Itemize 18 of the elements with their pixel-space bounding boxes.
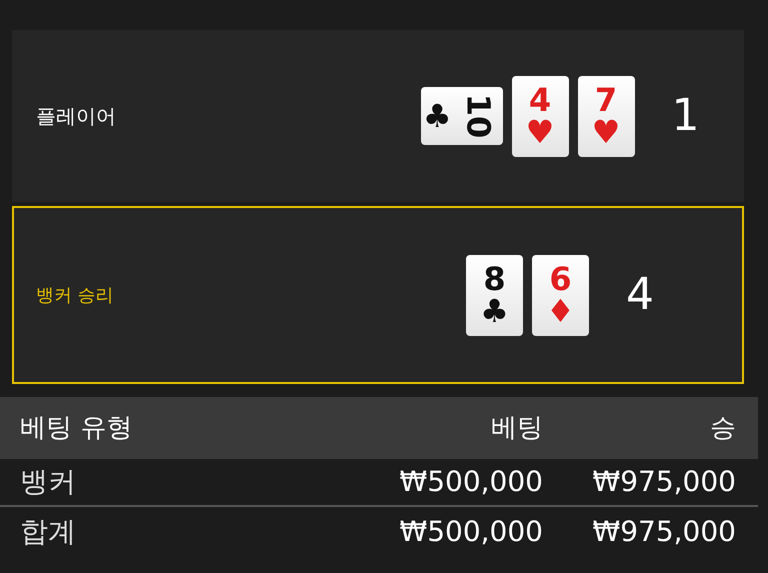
column-header: 승 xyxy=(709,412,737,444)
total-cell-text: ₩500,000 xyxy=(398,514,543,550)
table-cell-text: 뱅커 xyxy=(19,464,77,500)
total-cell-text: ₩975,000 xyxy=(592,514,737,550)
playing-card: 4 ♥ xyxy=(512,76,568,156)
table-cell-text: ₩975,000 xyxy=(592,464,737,500)
playing-card: 7 ♥ xyxy=(578,76,634,156)
playing-card: 10 ♣ xyxy=(420,87,502,145)
column-header: 베팅 유형 xyxy=(19,412,134,444)
column-header: 베팅 xyxy=(490,412,543,444)
hand-score: 1 xyxy=(672,89,700,143)
total-cell-text: 합계 xyxy=(19,514,77,550)
hand-label: 플레이어 xyxy=(35,103,116,130)
playing-card: 8 ♣ xyxy=(466,254,523,336)
playing-card: 6 ♦ xyxy=(532,254,589,336)
hand-score: 4 xyxy=(626,268,654,322)
hand-label: 뱅커 승리 xyxy=(35,284,114,308)
table-cell-text: ₩500,000 xyxy=(398,464,543,500)
